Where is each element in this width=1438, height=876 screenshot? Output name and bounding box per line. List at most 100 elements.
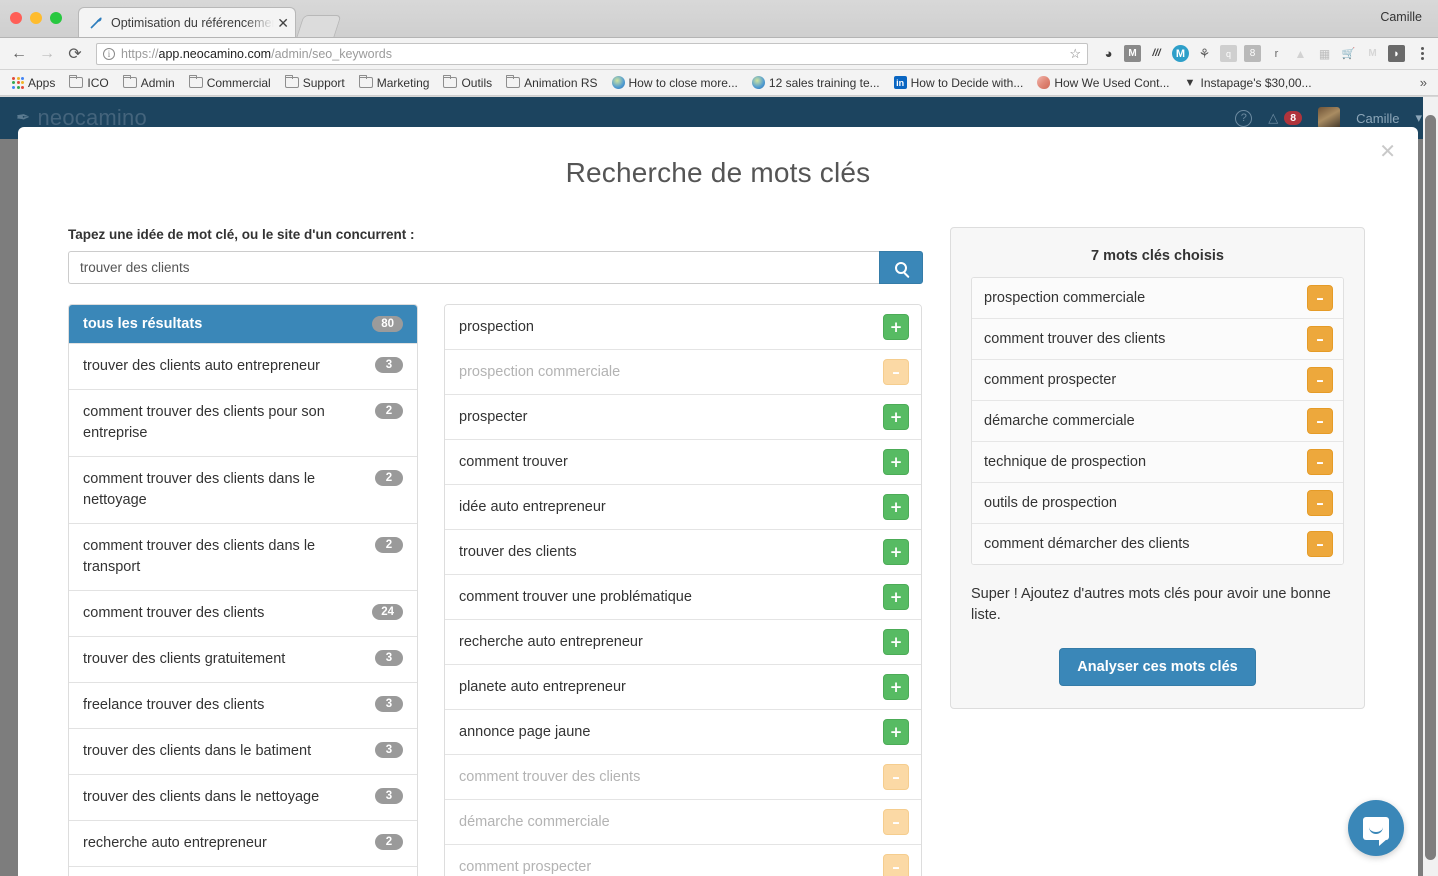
google-plus-icon[interactable]: 8 xyxy=(1244,45,1261,62)
notification-badge[interactable]: 8 xyxy=(1284,111,1303,125)
result-row[interactable]: comment trouver des clients dans le tran… xyxy=(69,523,417,591)
add-keyword-button[interactable]: + xyxy=(883,719,909,745)
bookmark-apps[interactable]: Apps xyxy=(6,74,61,92)
result-row[interactable]: trouver des clients dans le batiment 3 xyxy=(69,728,417,775)
suggestion-row[interactable]: annonce page jaune + xyxy=(445,709,921,754)
maximize-window-button[interactable] xyxy=(50,12,62,24)
browser-tab[interactable]: Optimisation du référencement ✕ xyxy=(78,7,296,37)
suggestion-row[interactable]: idée auto entrepreneur + xyxy=(445,484,921,529)
medium-icon[interactable]: M xyxy=(1124,45,1141,62)
bookmark-star-icon[interactable]: ☆ xyxy=(1069,46,1081,62)
add-keyword-button[interactable]: + xyxy=(883,674,909,700)
chosen-row[interactable]: technique de prospection – xyxy=(972,442,1343,483)
tab-close-icon[interactable]: ✕ xyxy=(274,16,289,30)
page-scrollbar[interactable] xyxy=(1423,97,1438,876)
remove-keyword-button[interactable]: – xyxy=(883,359,909,385)
quote-icon[interactable]: q xyxy=(1220,45,1237,62)
suggestion-row[interactable]: planete auto entrepreneur + xyxy=(445,664,921,709)
owl-icon[interactable]: ◕ xyxy=(1100,45,1117,62)
suggestion-row[interactable]: comment trouver + xyxy=(445,439,921,484)
result-row[interactable]: comment trouver des clients dans le nett… xyxy=(69,456,417,524)
suggestion-row[interactable]: prospection + xyxy=(445,305,921,349)
add-keyword-button[interactable]: + xyxy=(883,584,909,610)
chosen-row[interactable]: comment démarcher des clients – xyxy=(972,524,1343,564)
help-icon[interactable]: ? xyxy=(1235,109,1253,127)
remove-chosen-button[interactable]: – xyxy=(1307,367,1333,393)
result-row[interactable]: recherche auto entrepreneur 2 xyxy=(69,820,417,867)
site-info-icon[interactable]: i xyxy=(103,47,115,60)
bookmark-how-to-close[interactable]: How to close more... xyxy=(606,74,744,92)
cart-icon[interactable]: 🛒 xyxy=(1340,45,1357,62)
bookmark-admin[interactable]: Admin xyxy=(117,74,181,92)
moz-icon[interactable]: M xyxy=(1172,45,1189,62)
suggestion-row[interactable]: comment trouver des clients – xyxy=(445,754,921,799)
result-row[interactable]: trouver des clients dans le nettoyage 3 xyxy=(69,774,417,821)
chosen-row[interactable]: comment trouver des clients – xyxy=(972,319,1343,360)
search-submit-button[interactable] xyxy=(879,251,923,284)
bookmark-outils[interactable]: Outils xyxy=(437,74,498,92)
bookmark-marketing[interactable]: Marketing xyxy=(353,74,436,92)
remove-keyword-button[interactable]: – xyxy=(883,809,909,835)
calculator-icon[interactable]: ▦ xyxy=(1316,45,1333,62)
moz-gray-icon[interactable]: M xyxy=(1364,45,1381,62)
slashes-icon[interactable]: /// xyxy=(1148,45,1165,62)
analyze-keywords-button[interactable]: Analyser ces mots clés xyxy=(1059,648,1256,687)
chevron-down-icon[interactable]: ▾ xyxy=(1415,110,1422,126)
suggestion-row[interactable]: comment prospecter – xyxy=(445,844,921,876)
minimize-window-button[interactable] xyxy=(30,12,42,24)
suggestion-row[interactable]: prospecter + xyxy=(445,394,921,439)
back-icon[interactable]: ← xyxy=(8,43,30,65)
remove-chosen-button[interactable]: – xyxy=(1307,449,1333,475)
bookmark-animation-rs[interactable]: Animation RS xyxy=(500,74,603,92)
add-keyword-button[interactable]: + xyxy=(883,449,909,475)
remove-chosen-button[interactable]: – xyxy=(1307,408,1333,434)
runner-icon[interactable]: ⚘ xyxy=(1196,45,1213,62)
avatar[interactable] xyxy=(1318,107,1341,129)
remove-chosen-button[interactable]: – xyxy=(1307,285,1333,311)
r-icon[interactable]: r xyxy=(1268,45,1285,62)
chosen-row[interactable]: prospection commerciale – xyxy=(972,278,1343,319)
add-keyword-button[interactable]: + xyxy=(883,629,909,655)
all-results-header[interactable]: tous les résultats 80 xyxy=(69,305,417,343)
result-row[interactable]: trouver de nouveaux clients 2 xyxy=(69,866,417,876)
address-bar[interactable]: i https://app.neocamino.com/admin/seo_ke… xyxy=(96,42,1088,65)
suggestion-row[interactable]: recherche auto entrepreneur + xyxy=(445,619,921,664)
suggestion-row[interactable]: trouver des clients + xyxy=(445,529,921,574)
result-row[interactable]: comment trouver des clients pour son ent… xyxy=(69,389,417,457)
add-keyword-button[interactable]: + xyxy=(883,539,909,565)
forward-icon[interactable]: → xyxy=(36,43,58,65)
result-row[interactable]: freelance trouver des clients 3 xyxy=(69,682,417,729)
chosen-row[interactable]: outils de prospection – xyxy=(972,483,1343,524)
bookmark-instapage[interactable]: ▼ Instapage's $30,00... xyxy=(1178,74,1318,92)
remove-keyword-button[interactable]: – xyxy=(883,764,909,790)
chosen-row[interactable]: démarche commerciale – xyxy=(972,401,1343,442)
intercom-chat-button[interactable] xyxy=(1348,800,1404,856)
bookmark-how-we-used-cont[interactable]: How We Used Cont... xyxy=(1031,74,1175,92)
suggestion-row[interactable]: prospection commerciale – xyxy=(445,349,921,394)
page-scrollbar-thumb[interactable] xyxy=(1425,115,1436,860)
result-row[interactable]: trouver des clients auto entrepreneur 3 xyxy=(69,343,417,390)
search-input[interactable] xyxy=(68,251,879,284)
remove-keyword-button[interactable]: – xyxy=(883,854,909,876)
window-controls[interactable] xyxy=(10,12,62,24)
remove-chosen-button[interactable]: – xyxy=(1307,326,1333,352)
remove-chosen-button[interactable]: – xyxy=(1307,490,1333,516)
new-tab-button[interactable] xyxy=(296,15,342,37)
suggestion-row[interactable]: démarche commerciale – xyxy=(445,799,921,844)
bookmark-how-to-decide[interactable]: in How to Decide with... xyxy=(888,74,1030,92)
chrome-profile-label[interactable]: Camille xyxy=(1380,10,1422,24)
close-window-button[interactable] xyxy=(10,12,22,24)
add-keyword-button[interactable]: + xyxy=(883,314,909,340)
user-menu-label[interactable]: Camille xyxy=(1356,111,1399,126)
bookmarks-overflow-icon[interactable]: » xyxy=(1415,75,1432,90)
bookmark-commercial[interactable]: Commercial xyxy=(183,74,277,92)
bell-icon[interactable]: △ xyxy=(1268,110,1278,126)
close-icon[interactable]: ✕ xyxy=(1379,141,1396,161)
suggestion-row[interactable]: comment trouver une problématique + xyxy=(445,574,921,619)
shield-icon[interactable]: ◗ xyxy=(1388,45,1405,62)
chosen-row[interactable]: comment prospecter – xyxy=(972,360,1343,401)
result-row[interactable]: trouver des clients gratuitement 3 xyxy=(69,636,417,683)
remove-chosen-button[interactable]: – xyxy=(1307,531,1333,557)
drive-icon[interactable]: ▲ xyxy=(1292,45,1309,62)
result-row[interactable]: comment trouver des clients 24 xyxy=(69,590,417,637)
